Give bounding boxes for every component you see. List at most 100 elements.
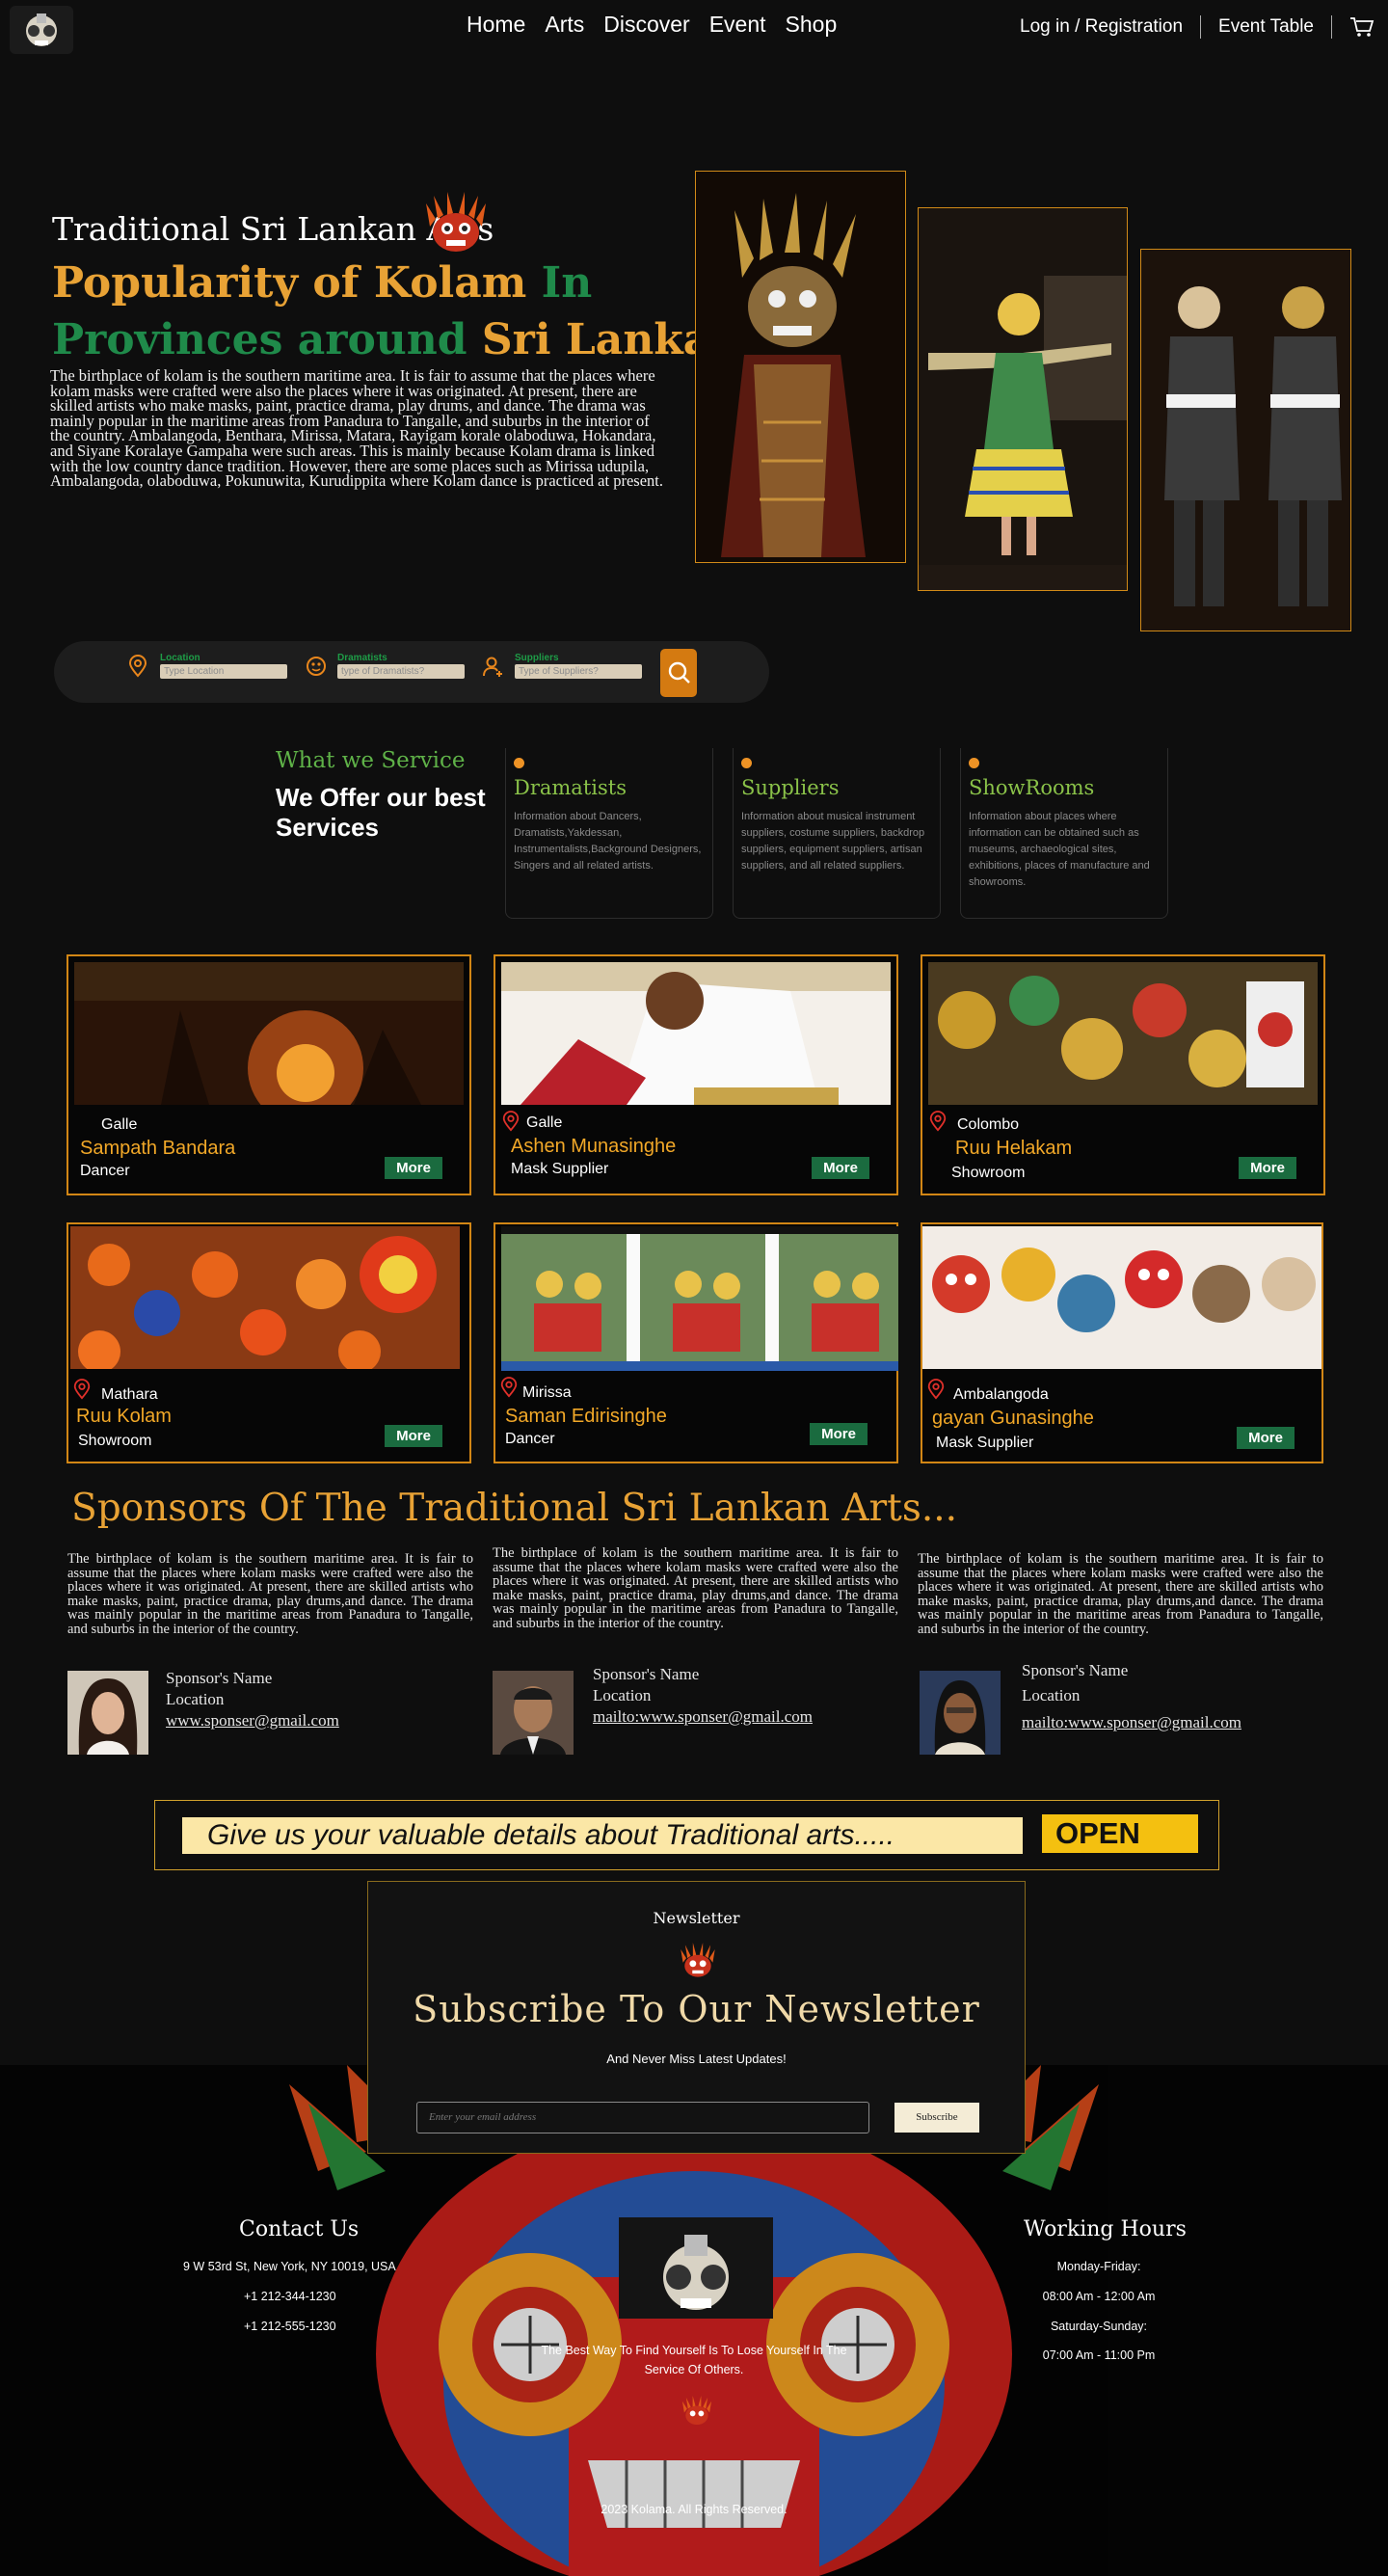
sponsor-name: Sponsor's Name [1022,1661,1129,1679]
service-heading: We Offer our best Services [276,783,486,842]
details-banner: Give us your valuable details about Trad… [154,1800,1219,1870]
service-card-suppliers[interactable]: Suppliers Information about musical inst… [733,748,941,919]
hero-title: Popularity of Kolam In Provinces around … [52,255,710,368]
more-button[interactable]: More [812,1157,869,1179]
contact-phone[interactable]: +1 212-344-1230 [244,2290,336,2303]
service-card-title: Dramatists [514,776,627,799]
more-button[interactable]: More [1239,1157,1296,1179]
profile-location: Ambalangoda [953,1386,1049,1403]
profile-image [501,1226,898,1371]
service-card-showrooms[interactable]: ShowRooms Information about places where… [960,748,1168,919]
sponsor-email-link[interactable]: mailto:www.sponser@gmail.com [1022,1712,1241,1733]
profile-card: Colombo Ruu Helakam Showroom More [921,954,1325,1195]
sponsor-description: The birthplace of kolam is the southern … [493,1545,898,1631]
profile-location: Colombo [957,1116,1020,1133]
profile-image [928,962,1318,1105]
weekday-hours: 08:00 Am - 12:00 Am [1042,2290,1156,2303]
profile-name[interactable]: Sampath Bandara [80,1138,235,1160]
sponsor-location: Location [1022,1686,1081,1704]
service-dot [969,758,979,768]
sponsor-email-link[interactable]: www.sponser@gmail.com [166,1711,339,1730]
details-prompt[interactable]: Give us your valuable details about Trad… [182,1817,1023,1854]
kolam-mask-icon [681,2395,712,2426]
sponsor-photo [67,1671,148,1755]
contact-title: Contact Us [239,2217,360,2241]
nav-discover[interactable]: Discover [603,12,689,38]
profile-image [501,962,891,1105]
login-link[interactable]: Log in / Registration [1020,16,1183,38]
sponsor-name: Sponsor's Name [166,1669,273,1687]
service-dot [514,758,524,768]
dramatists-label: Dramatists [337,653,387,663]
more-button[interactable]: More [810,1423,868,1445]
dramatist-icon [307,657,326,676]
location-pin-icon [73,1379,91,1400]
weekend-hours: 07:00 Am - 11:00 Pm [1042,2348,1156,2362]
profile-name[interactable]: gayan Gunasinghe [932,1408,1094,1430]
service-card-dramatists[interactable]: Dramatists Information about Dancers, Dr… [505,748,713,919]
more-button[interactable]: More [1237,1427,1295,1449]
logo-mask-icon [26,13,57,46]
sponsor-location: Location [166,1690,225,1708]
service-card-title: Suppliers [741,776,840,799]
profile-role: Dancer [505,1431,555,1447]
profile-location: Galle [101,1116,138,1133]
sponsor-location: Location [593,1686,652,1704]
profile-card: Ambalangoda gayan Gunasinghe Mask Suppli… [921,1222,1323,1463]
profile-location: Galle [526,1114,563,1131]
location-pin-icon [128,655,147,678]
profile-name[interactable]: Saman Edirisinghe [505,1406,667,1428]
main-nav: Home Arts Discover Event Shop [467,12,837,38]
profile-card: Mirissa Saman Edirisinghe Dancer More [494,1222,898,1463]
nav-home[interactable]: Home [467,12,525,38]
contact-phone[interactable]: +1 212-555-1230 [244,2320,336,2333]
kolam-mask-icon [681,1943,715,1977]
profile-card: Mathara Ruu Kolam Showroom More [67,1222,471,1463]
search-icon [668,661,690,684]
profile-name[interactable]: Ruu Kolam [76,1406,172,1428]
profile-name[interactable]: Ruu Helakam [955,1138,1072,1160]
supplier-icon [483,657,502,677]
hero-title-part: Provinces around [52,315,467,364]
newsletter-email-input[interactable]: Enter your email address [416,2102,869,2133]
profile-role: Showroom [78,1433,152,1449]
open-button[interactable]: OPEN [1042,1814,1198,1853]
cart-icon[interactable] [1349,15,1375,39]
sponsor-info: Sponsor's Name Location mailto:www.spons… [593,1664,813,1728]
more-button[interactable]: More [385,1157,442,1179]
location-input[interactable]: Type Location [160,664,287,679]
subscribe-button[interactable]: Subscribe [894,2103,979,2133]
kolam-mask-icon [426,192,486,252]
copyright: 2023 Kolama. All Rights Reserved. [601,2503,787,2516]
weekday-label: Monday-Friday: [1056,2260,1141,2273]
hours-title: Working Hours [1024,2217,1187,2241]
profile-image [74,962,464,1105]
nav-event[interactable]: Event [709,12,766,38]
suppliers-label: Suppliers [515,653,559,663]
sponsor-info: Sponsor's Name Location mailto:www.spons… [1022,1660,1241,1733]
site-logo[interactable] [10,6,73,54]
contact-address: 9 W 53rd St, New York, NY 10019, USA [183,2260,396,2273]
footer-logo [619,2217,773,2319]
hero-image-kolam-dancer [695,171,906,563]
dramatists-input[interactable]: type of Dramatists? [337,664,465,679]
nav-right: Log in / Registration Event Table [1020,15,1375,39]
sponsor-photo [493,1671,574,1755]
service-card-title: ShowRooms [969,776,1095,799]
service-card-text: Information about Dancers, Dramatists,Ya… [514,811,702,872]
profile-location: Mathara [101,1386,158,1403]
suppliers-field: Suppliers Type of Suppliers? [515,653,642,679]
nav-shop[interactable]: Shop [786,12,838,38]
more-button[interactable]: More [385,1425,442,1447]
location-pin-icon [929,1111,947,1132]
event-table-link[interactable]: Event Table [1218,16,1314,38]
profile-name[interactable]: Ashen Munasinghe [511,1136,676,1158]
location-label: Location [160,653,200,663]
sponsor-email-link[interactable]: mailto:www.sponser@gmail.com [593,1707,813,1726]
sponsor-photo [920,1671,1001,1755]
suppliers-input[interactable]: Type of Suppliers? [515,664,642,679]
hero-image-dancer-stage [918,207,1128,591]
nav-arts[interactable]: Arts [545,12,584,38]
profile-location: Mirissa [522,1384,572,1401]
search-button[interactable] [660,649,697,697]
